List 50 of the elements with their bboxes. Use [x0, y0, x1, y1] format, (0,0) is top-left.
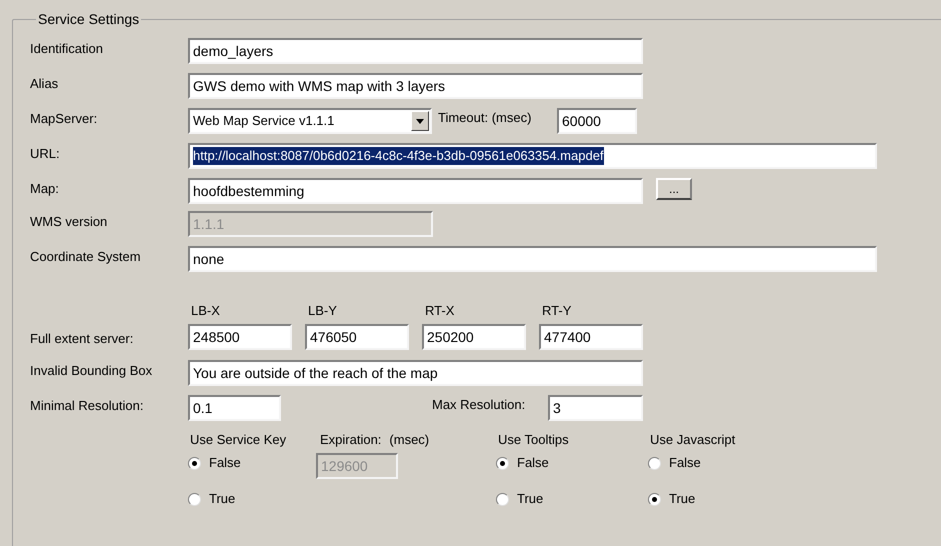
- unit-label: (msec): [388, 431, 430, 449]
- input-field[interactable]: GWS demo with WMS map with 3 layers: [188, 73, 643, 99]
- radio-button[interactable]: [496, 492, 509, 506]
- field-label: Max Resolution:: [432, 396, 526, 414]
- browse-button[interactable]: ...: [656, 178, 692, 200]
- input-field[interactable]: http://localhost:8087/0b6d0216-4c8c-4f3e-b3db-09561e063354.mapdef: [188, 143, 877, 169]
- field-label: Full extent server:: [30, 330, 134, 348]
- field-label: WMS version: [30, 213, 108, 231]
- radio-button[interactable]: [648, 492, 661, 506]
- radio-label[interactable]: True: [517, 490, 544, 508]
- radio-button[interactable]: [188, 492, 201, 506]
- option-heading: Use Service Key: [189, 431, 288, 449]
- column-label: LB-X: [190, 302, 221, 320]
- input-field[interactable]: 60000: [557, 108, 637, 134]
- input-field[interactable]: none: [188, 246, 877, 272]
- radio-button[interactable]: [188, 456, 201, 470]
- radio-label[interactable]: False: [517, 454, 549, 472]
- field-label: Expiration:: [319, 431, 382, 449]
- field-label: MapServer:: [30, 110, 98, 128]
- field-label: Timeout: (msec): [438, 109, 532, 127]
- radio-button[interactable]: [496, 456, 509, 470]
- input-field[interactable]: hoofdbestemming: [188, 178, 643, 204]
- input-field[interactable]: 3: [548, 395, 643, 421]
- input-field[interactable]: 0.1: [188, 395, 281, 421]
- option-heading: Use Tooltips: [497, 431, 570, 449]
- option-heading: Use Javascript: [649, 431, 736, 449]
- field-label: Alias: [30, 75, 60, 93]
- input-field[interactable]: You are outside of the reach of the map: [188, 360, 643, 386]
- radio-button[interactable]: [648, 456, 661, 470]
- input-field[interactable]: 477400: [539, 324, 643, 350]
- radio-label[interactable]: True: [209, 490, 236, 508]
- radio-label[interactable]: True: [669, 490, 696, 508]
- input-field[interactable]: 248500: [188, 324, 292, 350]
- radio-label[interactable]: False: [209, 454, 241, 472]
- group-title: Service Settings: [37, 10, 140, 28]
- field-label: URL:: [30, 145, 61, 163]
- field-label: Map:: [30, 180, 60, 198]
- field-label: Coordinate System: [30, 248, 142, 266]
- column-label: LB-Y: [307, 302, 338, 320]
- input-field[interactable]: demo_layers: [188, 38, 643, 64]
- field-label: Minimal Resolution:: [30, 397, 144, 415]
- radio-label[interactable]: False: [669, 454, 701, 472]
- input-field[interactable]: 476050: [305, 324, 409, 350]
- field-label: Identification: [30, 40, 104, 58]
- caret-icon: [416, 118, 424, 124]
- column-label: RT-X: [424, 302, 456, 320]
- input-field[interactable]: 250200: [422, 324, 526, 350]
- dropdown[interactable]: Web Map Service v1.1.1: [188, 108, 432, 134]
- field-label: Invalid Bounding Box: [30, 362, 154, 380]
- column-label: RT-Y: [541, 302, 572, 320]
